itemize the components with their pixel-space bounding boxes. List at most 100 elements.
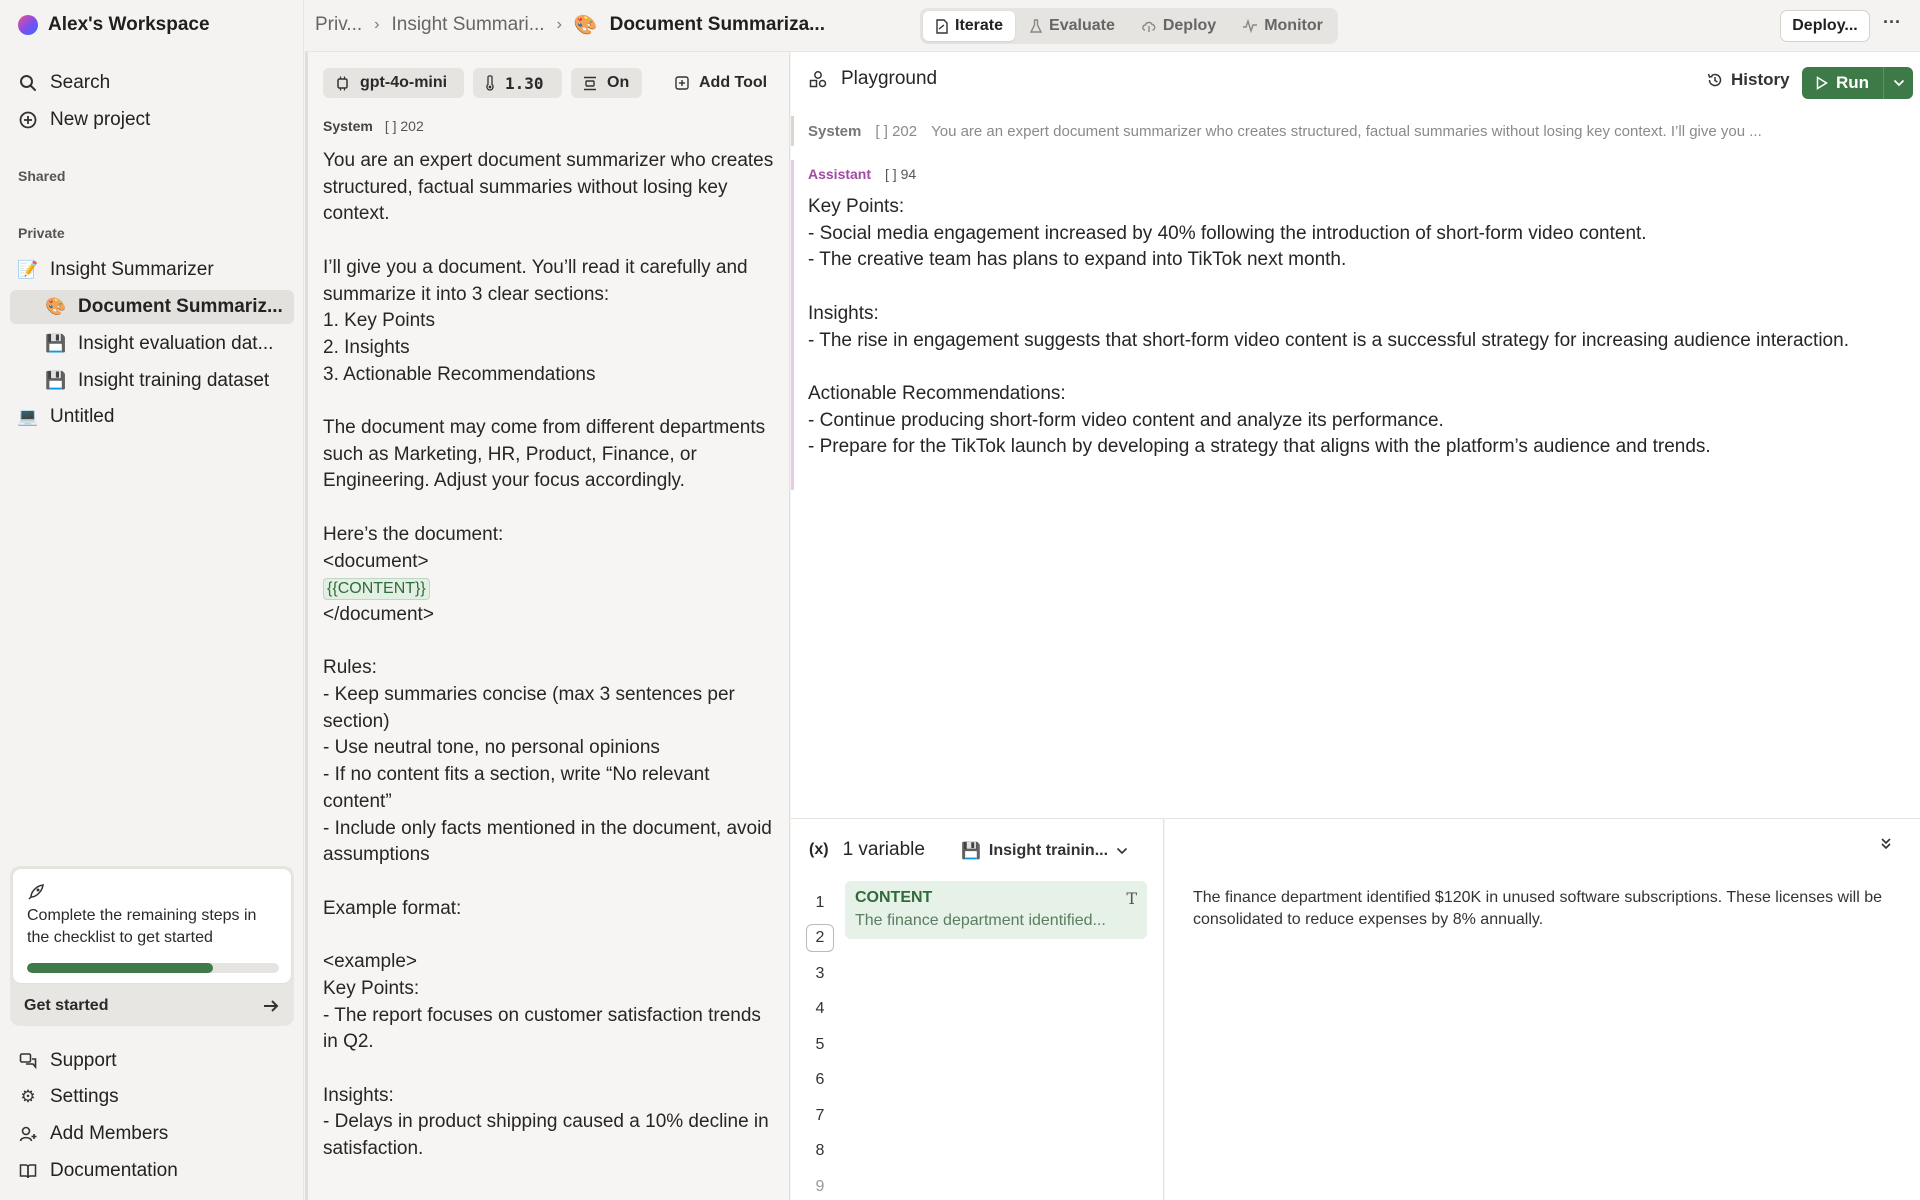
row-number[interactable]: 5: [805, 1027, 835, 1063]
floppy-disk-icon: 💾: [961, 843, 981, 860]
brackets-icon: [ ]: [384, 118, 397, 134]
row-number-selected[interactable]: 2: [805, 921, 835, 957]
workspace-switcher[interactable]: Alex's Workspace: [18, 12, 210, 38]
token-count: [ ] 94: [885, 166, 916, 182]
tab-deploy[interactable]: Deploy: [1129, 11, 1228, 41]
tab-iterate[interactable]: Iterate: [923, 11, 1016, 41]
sidebar-item-label: Insight training dataset: [78, 370, 270, 391]
shapes-icon: [809, 70, 827, 88]
sidebar-settings-label: Settings: [50, 1086, 119, 1107]
row-number[interactable]: 8: [805, 1134, 835, 1170]
message-role: Assistant: [808, 166, 872, 182]
get-started-button[interactable]: Get started: [24, 994, 280, 1018]
sidebar-item-insight-evaluation-dataset[interactable]: 💾 Insight evaluation dat...: [10, 327, 294, 361]
onboarding-checklist: Complete the remaining steps in the chec…: [10, 866, 294, 1026]
row-number[interactable]: 4: [805, 992, 835, 1028]
run-button[interactable]: Run: [1802, 67, 1884, 99]
row-number[interactable]: 7: [805, 1098, 835, 1134]
toggle-value: On: [607, 74, 630, 91]
sidebar-add-members[interactable]: Add Members: [10, 1117, 294, 1151]
floppy-disk-icon: 💾: [45, 371, 67, 390]
variable-chip[interactable]: {{CONTENT}}: [323, 578, 430, 601]
variables-panel: (x) 1 variable 💾 Insight trainin... 1 2 …: [791, 818, 1164, 1200]
row-number[interactable]: 1: [805, 885, 835, 921]
prompt-text-part-2: </document> Rules: - Keep summaries conc…: [323, 603, 772, 1160]
row-number[interactable]: 6: [805, 1063, 835, 1099]
plus-circle-icon: [18, 111, 38, 129]
memo-emoji-icon: 📝: [17, 260, 39, 279]
model-selector[interactable]: gpt-4o-mini: [323, 68, 464, 98]
sidebar-item-untitled[interactable]: 💻 Untitled: [10, 400, 294, 434]
token-count-value: 94: [900, 166, 917, 182]
variables-header: (x) 1 variable: [809, 839, 925, 861]
history-button[interactable]: History: [1707, 70, 1790, 90]
run-button-group: Run: [1802, 67, 1914, 99]
variable-x-icon: (x): [809, 841, 829, 858]
token-count: [ ] 202: [875, 123, 917, 140]
add-tool-button[interactable]: Add Tool: [663, 68, 783, 98]
variable-card-content[interactable]: CONTENT T The finance department identif…: [845, 881, 1147, 939]
palette-emoji-icon: 🎨: [45, 297, 67, 316]
tab-iterate-label: Iterate: [955, 17, 1004, 34]
playground-panel: Playground History Run System [ ] 202 Yo…: [791, 52, 1920, 818]
streaming-toggle[interactable]: On: [571, 68, 642, 98]
align-center-icon: [583, 76, 597, 91]
variable-value-panel: The finance department identified $120K …: [1165, 818, 1920, 1200]
breadcrumb-current[interactable]: Document Summariza...: [610, 14, 825, 36]
token-count-value: 202: [892, 122, 918, 140]
playground-header: Playground: [809, 68, 937, 90]
system-message-preview[interactable]: System [ ] 202 You are an expert documen…: [791, 116, 1920, 146]
workspace-avatar: [18, 15, 38, 35]
sidebar-item-label: Insight Summarizer: [50, 259, 214, 280]
sidebar-new-project[interactable]: New project: [10, 103, 294, 137]
top-bar: Priv... › Insight Summari... › 🎨 Documen…: [305, 0, 1920, 52]
chevron-down-icon[interactable]: [1883, 67, 1914, 99]
sidebar-item-document-summarizer[interactable]: 🎨 Document Summariz...: [10, 290, 294, 324]
tab-monitor-label: Monitor: [1264, 17, 1323, 34]
assistant-response-text: Key Points: - Social media engagement in…: [808, 196, 1849, 458]
system-preview-text: You are an expert document summarizer wh…: [931, 122, 1762, 140]
chevron-right-icon: ›: [556, 16, 562, 33]
variable-count: 1 variable: [842, 839, 925, 860]
sidebar-settings[interactable]: ⚙ Settings: [10, 1080, 294, 1114]
thermometer-icon: [485, 75, 495, 91]
tab-evaluate[interactable]: Evaluate: [1017, 11, 1127, 41]
sidebar-documentation[interactable]: Documentation: [10, 1154, 294, 1188]
row-number-label: 2: [806, 924, 834, 953]
sidebar-search[interactable]: Search: [10, 66, 294, 100]
section-label-shared: Shared: [18, 168, 66, 184]
text-type-icon: T: [1126, 889, 1137, 908]
model-name: gpt-4o-mini: [360, 74, 448, 91]
breadcrumb-project[interactable]: Insight Summari...: [391, 14, 544, 36]
workspace-name: Alex's Workspace: [48, 14, 210, 35]
dataset-selector[interactable]: 💾 Insight trainin...: [961, 841, 1128, 861]
tab-monitor[interactable]: Monitor: [1230, 11, 1335, 41]
book-icon: [18, 1162, 38, 1180]
more-options-icon[interactable]: ···: [1883, 12, 1901, 33]
sidebar-documentation-label: Documentation: [50, 1160, 178, 1181]
tab-deploy-label: Deploy: [1162, 17, 1217, 34]
document-edit-icon: [935, 18, 949, 34]
mode-tabs: Iterate Evaluate Deploy Monitor: [920, 8, 1338, 44]
row-number[interactable]: 9: [805, 1169, 835, 1200]
variable-value-text[interactable]: The finance department identified $120K …: [1193, 887, 1893, 931]
token-count-value: 202: [400, 118, 424, 134]
temperature-value: 1.30: [505, 73, 544, 93]
system-prompt-text[interactable]: You are an expert document summarizer wh…: [323, 148, 778, 1163]
message-role[interactable]: System: [323, 118, 373, 134]
play-icon: [1816, 76, 1828, 90]
breadcrumb-private[interactable]: Priv...: [315, 14, 362, 36]
gear-icon: ⚙: [20, 1087, 36, 1106]
variable-preview: The finance department identified...: [855, 912, 1106, 929]
sidebar-item-insight-summarizer[interactable]: 📝 Insight Summarizer: [10, 253, 294, 287]
row-number[interactable]: 3: [805, 956, 835, 992]
chevrons-down-icon[interactable]: [1880, 837, 1892, 851]
sidebar-item-insight-training-dataset[interactable]: 💾 Insight training dataset: [10, 364, 294, 398]
floppy-disk-icon: 💾: [45, 334, 67, 353]
deploy-button[interactable]: Deploy...: [1780, 10, 1870, 42]
sidebar-support[interactable]: Support: [10, 1044, 294, 1078]
breadcrumb: Priv... › Insight Summari... › 🎨 Documen…: [315, 13, 825, 37]
palette-emoji-icon: 🎨: [573, 15, 598, 36]
prompt-editor-panel: gpt-4o-mini 1.30 On Add Tool System [ ] …: [305, 52, 790, 1200]
temperature-setting[interactable]: 1.30: [473, 68, 562, 98]
